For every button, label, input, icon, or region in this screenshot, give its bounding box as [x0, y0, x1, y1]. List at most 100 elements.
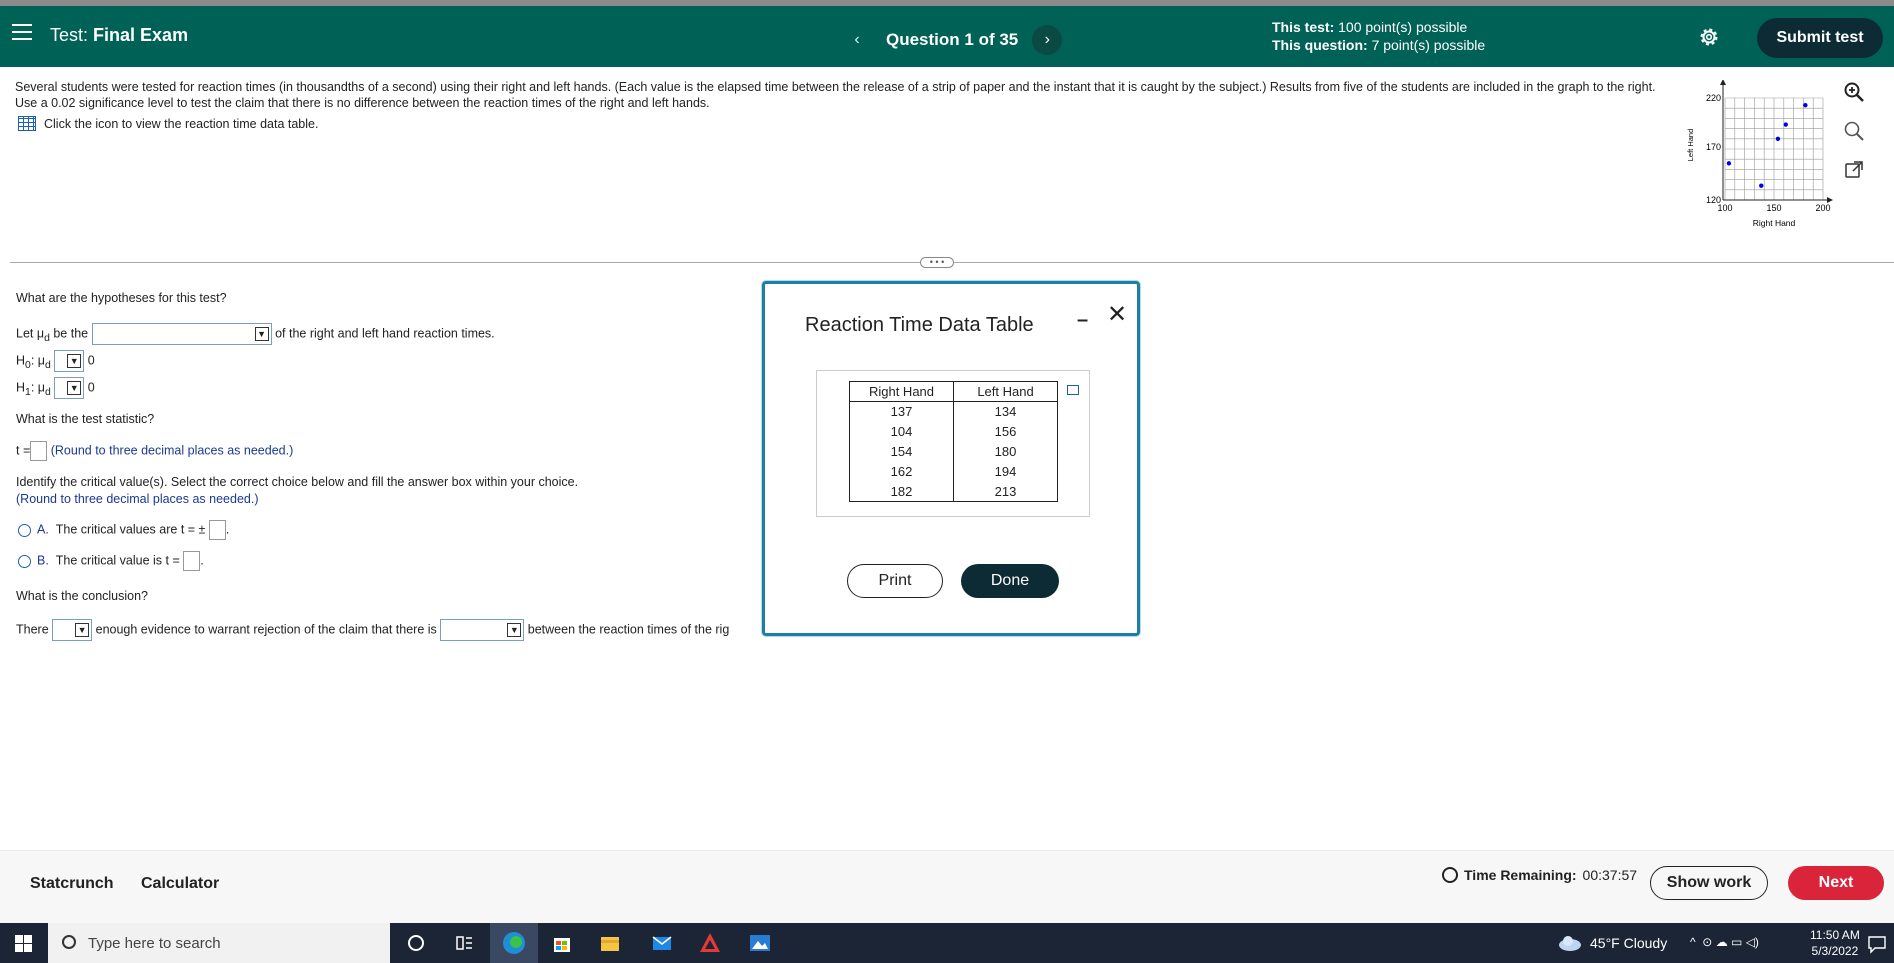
- next-button[interactable]: Next: [1788, 866, 1884, 900]
- hypotheses-question: What are the hypotheses for this test?: [16, 291, 227, 305]
- search-icon: [62, 935, 76, 949]
- question-points-value: 7 point(s) possible: [1371, 37, 1486, 53]
- acrobat-icon[interactable]: [696, 929, 724, 957]
- windows-start-icon[interactable]: [15, 935, 32, 952]
- let-subscript: d: [44, 332, 50, 344]
- table-row: 182 213: [849, 481, 1058, 502]
- table-icon[interactable]: [18, 116, 36, 131]
- column-header: Right Hand: [849, 381, 954, 402]
- choice-a-radio[interactable]: [18, 523, 31, 537]
- question-counter[interactable]: Question 1 of 35: [886, 30, 1018, 50]
- zoom-in-icon[interactable]: [1842, 80, 1866, 104]
- table-row: 137 134: [849, 401, 1058, 422]
- choice-a-input[interactable]: [208, 520, 226, 540]
- problem-statement: Several students were tested for reactio…: [15, 80, 1656, 110]
- choice-b[interactable]: B. The critical value is t = .: [18, 551, 204, 571]
- copy-table-icon[interactable]: [1067, 385, 1079, 395]
- menu-icon[interactable]: [12, 24, 32, 40]
- dropdown-arrow-icon: ▼: [67, 354, 82, 368]
- difference-dropdown[interactable]: ▼: [440, 619, 525, 641]
- there-text: There: [16, 622, 49, 637]
- choice-b-text: The critical value is t =: [55, 553, 180, 568]
- choice-a-text: The critical values are t = ±: [55, 522, 206, 537]
- test-title-name: Final Exam: [93, 25, 189, 45]
- weather-text[interactable]: 45°F Cloudy: [1590, 935, 1667, 951]
- table-cell: 137: [849, 401, 954, 422]
- previous-question-button[interactable]: ‹: [846, 29, 868, 51]
- h0-mu: : μ: [30, 353, 45, 368]
- system-tray-icons[interactable]: ^ ⊙ ☁ ▭ ◁): [1690, 935, 1759, 949]
- scatter-plot: 220 170 120 100 150 200 Right Hand Left …: [1686, 80, 1833, 228]
- table-frame: Right Hand Left Hand 137 134 104 156 154 18…: [816, 370, 1090, 517]
- statcrunch-link[interactable]: Statcrunch: [30, 875, 114, 893]
- h0-operator-dropdown[interactable]: ▼: [54, 350, 85, 372]
- choice-b-input[interactable]: [183, 551, 201, 571]
- h1-value: 0: [87, 380, 95, 395]
- minimize-icon[interactable]: –: [1077, 309, 1088, 332]
- y-axis-arrow: [1720, 80, 1726, 85]
- points-info: This test: 100 point(s) possible This qu…: [1272, 18, 1485, 54]
- dropdown-arrow-icon: ▼: [507, 623, 522, 637]
- calculator-link[interactable]: Calculator: [141, 875, 219, 893]
- critical-value-question: Identify the critical value(s). Select t…: [16, 475, 579, 489]
- graph-tools: [1842, 80, 1872, 197]
- data-table-dialog: Reaction Time Data Table – ✕ Right Hand …: [762, 281, 1140, 636]
- cortana-icon[interactable]: [402, 929, 430, 957]
- choice-b-radio[interactable]: [18, 554, 31, 568]
- evidence-dropdown[interactable]: ▼: [52, 619, 93, 641]
- data-point: [1726, 161, 1732, 166]
- close-icon[interactable]: ✕: [1107, 300, 1127, 329]
- round-note: (Round to three decimal places as needed…: [50, 443, 294, 458]
- file-explorer-icon[interactable]: [596, 929, 624, 957]
- table-cell: 182: [849, 481, 954, 502]
- y-axis-label: Left Hand: [1686, 129, 1695, 162]
- clock-display[interactable]: 11:50 AM 5/3/2022: [1810, 927, 1860, 959]
- dropdown-arrow-icon: ▼: [254, 327, 269, 341]
- test-statistic-question: What is the test statistic?: [16, 412, 155, 426]
- h1-operator-dropdown[interactable]: ▼: [54, 377, 85, 399]
- submit-test-button[interactable]: Submit test: [1757, 18, 1883, 58]
- taskbar-search[interactable]: Type here to search: [48, 923, 390, 963]
- data-table-link[interactable]: Click the icon to view the reaction time…: [18, 116, 318, 131]
- done-button[interactable]: Done: [961, 564, 1059, 598]
- data-points: [1726, 102, 1808, 188]
- notification-icon[interactable]: [1866, 933, 1888, 955]
- clock-icon: [1442, 867, 1458, 883]
- zoom-out-icon[interactable]: [1842, 119, 1866, 143]
- x-tick-150: 150: [1766, 203, 1781, 213]
- choice-a[interactable]: A. The critical values are t = ± .: [18, 520, 229, 540]
- resize-grip[interactable]: • • •: [920, 257, 954, 268]
- data-point: [1775, 136, 1781, 141]
- print-button[interactable]: Print: [847, 564, 943, 598]
- x-tick-100: 100: [1717, 203, 1732, 213]
- test-statistic-input[interactable]: [30, 441, 48, 461]
- h1-mu-subscript: d: [44, 386, 51, 398]
- next-question-button[interactable]: ›: [1032, 25, 1063, 55]
- parameter-dropdown[interactable]: ▼: [91, 323, 272, 345]
- between-text: between the reaction times of the rig: [527, 622, 730, 637]
- windows-taskbar: Type here to search 45°F Cloudy ^ ⊙ ☁ ▭ …: [0, 923, 1894, 963]
- mail-icon[interactable]: [648, 929, 676, 957]
- let-prefix: Let μ: [16, 326, 45, 341]
- edge-browser-icon[interactable]: [500, 929, 528, 957]
- table-cell: 156: [953, 421, 1058, 442]
- table-cell: 213: [953, 481, 1058, 502]
- y-tick-220: 220: [1706, 93, 1721, 103]
- data-point: [1803, 102, 1808, 108]
- photos-icon[interactable]: [746, 929, 774, 957]
- store-icon[interactable]: [548, 929, 576, 957]
- t-prefix: t =: [16, 443, 31, 458]
- conclusion-row: There ▼ enough evidence to warrant rejec…: [16, 619, 760, 641]
- test-statistic-row: t = (Round to three decimal places as ne…: [16, 441, 293, 461]
- time-remaining: Time Remaining: 00:37:57: [1442, 867, 1637, 883]
- settings-gear-icon[interactable]: [1697, 25, 1721, 49]
- open-new-window-icon[interactable]: [1842, 158, 1866, 182]
- let-statement: Let μd be the ▼ of the right and left ha…: [16, 323, 495, 345]
- table-cell: 104: [849, 421, 954, 442]
- null-hypothesis: H0: μd ▼ 0: [16, 350, 95, 372]
- task-view-icon[interactable]: [450, 929, 478, 957]
- question-navigator: ‹ Question 1 of 35 ›: [846, 25, 1063, 55]
- test-title: Test: Final Exam: [50, 25, 188, 46]
- show-work-button[interactable]: Show work: [1650, 866, 1768, 900]
- table-cell: 180: [953, 441, 1058, 462]
